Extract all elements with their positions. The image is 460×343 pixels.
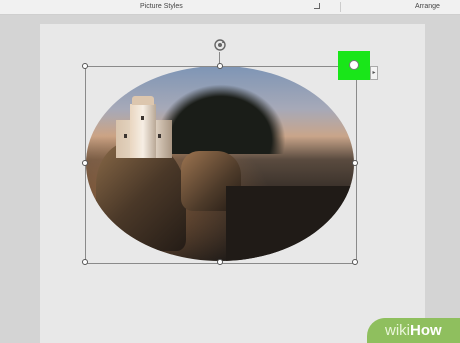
watermark-how: How — [410, 322, 442, 339]
rotate-handle-icon[interactable] — [213, 38, 227, 52]
picture-styles-group-label: Picture Styles — [140, 3, 183, 10]
resize-handle-bottom-left[interactable] — [82, 259, 88, 265]
resize-handle-top[interactable] — [217, 63, 223, 69]
resize-handle-bottom[interactable] — [217, 259, 223, 265]
highlighted-resize-handle-top-right[interactable] — [338, 51, 370, 80]
dialog-launcher-icon[interactable] — [314, 3, 320, 9]
ribbon: Picture Styles Arrange — [0, 0, 460, 15]
ribbon-separator — [340, 2, 341, 12]
arrange-group-label: Arrange — [415, 3, 440, 10]
resize-handle-bottom-right[interactable] — [352, 259, 358, 265]
layout-options-icon[interactable]: ▸ — [370, 66, 378, 80]
resize-handle-right[interactable] — [352, 160, 358, 166]
resize-handle-dot-icon[interactable] — [349, 60, 359, 70]
resize-handle-left[interactable] — [82, 160, 88, 166]
watermark-wiki: wiki — [385, 322, 410, 339]
selection-box — [85, 66, 357, 264]
wikihow-watermark: wikiHow — [367, 318, 460, 343]
resize-handle-top-left[interactable] — [82, 63, 88, 69]
